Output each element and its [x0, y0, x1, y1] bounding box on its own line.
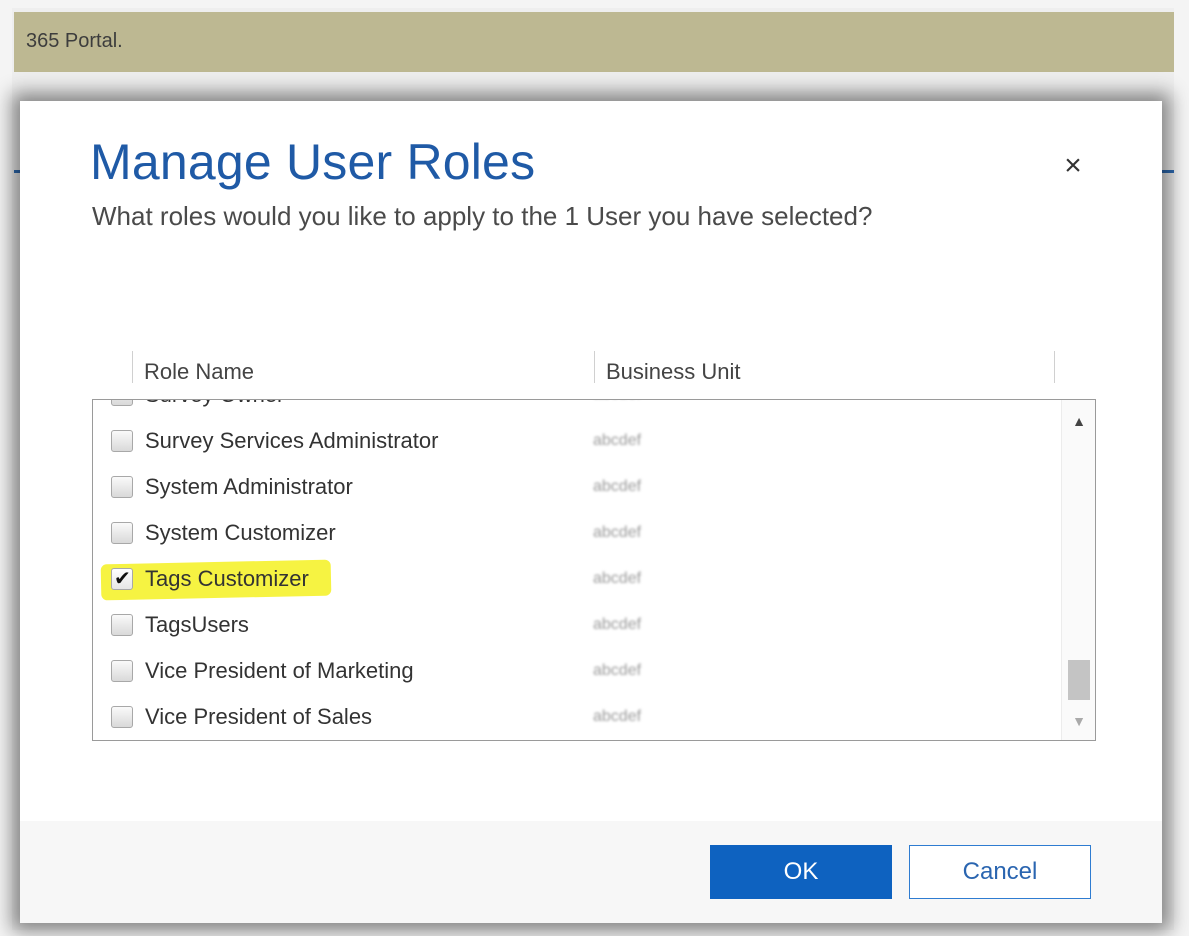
role-row[interactable]: ✔ Tags Customizer abcdef: [93, 559, 1053, 601]
portal-header: 365 Portal.: [14, 12, 1174, 72]
cancel-button[interactable]: Cancel: [909, 845, 1091, 899]
role-row[interactable]: Vice President of Marketing abcdef: [93, 652, 1053, 692]
role-row[interactable]: System Administrator abcdef: [93, 468, 1053, 508]
business-unit: abcdef: [593, 708, 642, 725]
checkmark-icon: ✔: [114, 568, 131, 590]
background-accent-line: [1162, 170, 1174, 173]
role-row[interactable]: Survey Owner abcdef: [93, 400, 1053, 416]
business-unit: abcdef: [593, 616, 642, 633]
portal-title: 365 Portal.: [26, 30, 123, 52]
column-header-business-unit[interactable]: Business Unit: [606, 359, 741, 385]
dialog-title: Manage User Roles: [90, 134, 536, 190]
grid-header: Role Name Business Unit: [92, 351, 1096, 391]
screen: 365 Portal. Manage User Roles × What rol…: [0, 0, 1189, 936]
role-row[interactable]: Vice President of Sales abcdef: [93, 698, 1053, 738]
vertical-scrollbar[interactable]: ▲ ▼: [1061, 400, 1095, 740]
column-separator: [1054, 351, 1055, 383]
business-unit: abcdef: [593, 478, 642, 495]
business-unit: abcdef: [593, 662, 642, 679]
role-name: Vice President of Marketing: [145, 658, 414, 683]
role-checkbox[interactable]: [111, 476, 133, 498]
triangle-down-icon[interactable]: ▼: [1062, 706, 1095, 736]
role-checkbox[interactable]: [111, 522, 133, 544]
role-row[interactable]: TagsUsers abcdef: [93, 606, 1053, 646]
role-name: Survey Services Administrator: [145, 428, 439, 453]
role-checkbox[interactable]: [111, 660, 133, 682]
column-header-role-name[interactable]: Role Name: [144, 359, 254, 385]
role-checkbox[interactable]: [111, 614, 133, 636]
role-name: System Administrator: [145, 474, 353, 499]
role-checkbox[interactable]: [111, 400, 133, 406]
business-unit: abcdef: [593, 400, 641, 404]
role-name: Survey Owner: [145, 400, 284, 408]
scroll-thumb[interactable]: [1068, 660, 1090, 700]
close-icon[interactable]: ×: [1058, 151, 1088, 181]
triangle-up-icon[interactable]: ▲: [1062, 406, 1095, 436]
dialog-subtitle: What roles would you like to apply to th…: [92, 201, 873, 231]
role-name: Vice President of Sales: [145, 704, 373, 729]
business-unit: abcdef: [593, 524, 642, 541]
column-separator: [594, 351, 595, 383]
role-checkbox[interactable]: [111, 430, 133, 452]
role-checkbox[interactable]: [111, 706, 133, 728]
role-name: Tags Customizer: [145, 566, 309, 591]
business-unit: abcdef: [593, 432, 642, 449]
dialog-footer: OK Cancel: [20, 821, 1162, 923]
ok-button[interactable]: OK: [710, 845, 892, 899]
roles-list: Survey OwnerabcdefSurvey Services Admini…: [92, 399, 1096, 741]
manage-user-roles-dialog: Manage User Roles × What roles would you…: [20, 101, 1162, 923]
column-separator: [132, 351, 133, 383]
role-name: System Customizer: [145, 520, 336, 545]
business-unit: abcdef: [593, 570, 642, 587]
role-row[interactable]: System Customizer abcdef: [93, 514, 1053, 554]
role-name: TagsUsers: [145, 612, 249, 637]
role-checkbox[interactable]: ✔: [111, 568, 133, 590]
role-row[interactable]: Survey Services Administrator abcdef: [93, 422, 1053, 462]
